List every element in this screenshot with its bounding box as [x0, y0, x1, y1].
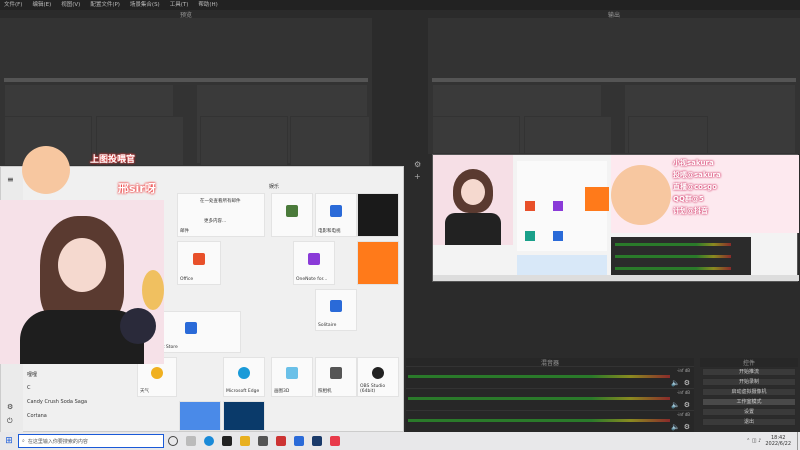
list-item[interactable]: 哩哩	[27, 371, 137, 385]
streamer-camera	[0, 200, 164, 364]
streamer-camera-small	[433, 155, 513, 245]
tile-movies[interactable]: 电影和电视	[315, 193, 357, 237]
tile-orange-app[interactable]	[357, 241, 399, 285]
list-item[interactable]: Cortana	[27, 413, 137, 427]
taskbar-app-icon[interactable]	[186, 436, 196, 446]
section-title: 娱乐	[269, 184, 280, 190]
tile-mail[interactable]: 在一处查看所有邮件 更多内容... 邮件	[177, 193, 265, 237]
controls-title: 控件	[700, 358, 798, 367]
tray-icons[interactable]: ⌃ ◫ ♪	[746, 438, 761, 444]
start-streaming-button[interactable]: 开始推流	[702, 368, 796, 376]
overlay-right-lines: 小视sakura 投喂@sakura 直播@cosgo QQ群@5 计划@抖音	[673, 159, 721, 215]
clock[interactable]: 18:42 2022/6/22	[765, 435, 791, 447]
search-icon: ⌕	[22, 438, 25, 444]
gear-icon[interactable]: ⚙	[684, 401, 690, 409]
menu-help[interactable]: 帮助(H)	[198, 0, 217, 10]
speaker-icon[interactable]: 🔈	[671, 401, 680, 409]
gear-icon[interactable]: ⚙	[684, 423, 690, 431]
obs-icon[interactable]	[222, 436, 232, 446]
list-item[interactable]: C	[27, 385, 137, 399]
mini-mixer	[611, 237, 751, 277]
tile-edge[interactable]: Microsoft Edge	[223, 357, 265, 397]
chat-title: 上图投喂官	[90, 155, 136, 165]
program-output: 小视sakura 投喂@sakura 直播@cosgo QQ群@5 计划@抖音	[432, 154, 799, 282]
gear-icon[interactable]: ⚙	[414, 160, 424, 170]
gear-icon[interactable]: ⚙	[684, 379, 690, 387]
tile-solitaire[interactable]: Solitaire	[315, 289, 357, 331]
tile-paint3d[interactable]: 画图3D	[271, 357, 313, 397]
taskbar-app-icon[interactable]	[240, 436, 250, 446]
power-icon[interactable]: ⏻	[7, 417, 13, 426]
overlay-panel: 小视sakura 投喂@sakura 直播@cosgo QQ群@5 计划@抖音	[611, 155, 799, 233]
steam-icon[interactable]	[312, 436, 322, 446]
menu-bar: 文件(F) 编辑(E) 视图(V) 配置文件(P) 场景集合(S) 工具(T) …	[0, 0, 800, 10]
hamburger-icon[interactable]: ≡	[7, 175, 14, 184]
anime-character-icon	[611, 165, 671, 225]
taskbar-app-icon[interactable]	[276, 436, 286, 446]
chibi-avatar-icon	[22, 146, 70, 194]
tile-minecraft[interactable]	[271, 193, 313, 237]
tile-dolby[interactable]	[223, 401, 265, 431]
mixer-channel[interactable]: -inf dB 🔈 ⚙	[406, 410, 694, 432]
start-recording-button[interactable]: 开始录制	[702, 378, 796, 386]
taskbar: ⊞ ⌕ 在这里输入你要搜索的内容 ⌃ ◫ ♪ 18:42 2022/6/22	[0, 432, 800, 450]
program-canvas-top	[428, 18, 800, 154]
tile-onenote[interactable]: OneNote for...	[293, 241, 335, 285]
list-item[interactable]: Candy Crush Soda Saga	[27, 399, 137, 413]
mixer-channel[interactable]: -inf dB 🔈 ⚙	[406, 366, 694, 388]
db-label: -inf dB	[676, 368, 690, 373]
tile-dark[interactable]	[357, 193, 399, 237]
mixer-channel[interactable]: -inf dB 🔈 ⚙	[406, 388, 694, 410]
task-view-icon[interactable]	[168, 436, 178, 446]
db-label: -inf dB	[676, 412, 690, 417]
menu-view[interactable]: 视图(V)	[61, 0, 80, 10]
tile-obs[interactable]: OBS Studio (64bit)	[357, 357, 399, 397]
taskbar-app-icon[interactable]	[258, 436, 268, 446]
exit-button[interactable]: 退出	[702, 418, 796, 426]
virtual-camera-button[interactable]: 启动虚拟摄像机	[702, 388, 796, 396]
settings-button[interactable]: 设置	[702, 408, 796, 416]
microphone-icon	[120, 308, 156, 344]
tile-camera[interactable]: 照相机	[315, 357, 357, 397]
speaker-icon[interactable]: 🔈	[671, 379, 680, 387]
app-list: 哩哩 C Candy Crush Soda Saga Cortana	[27, 371, 137, 427]
menu-edit[interactable]: 编辑(E)	[32, 0, 51, 10]
windows-start-icon[interactable]: ⊞	[0, 432, 18, 450]
chrome-icon[interactable]	[204, 436, 214, 446]
preview-canvas[interactable]	[0, 18, 372, 168]
menu-tools[interactable]: 工具(T)	[170, 0, 189, 10]
taskbar-search-input[interactable]: ⌕ 在这里输入你要搜索的内容	[18, 434, 164, 448]
speaker-icon[interactable]: 🔈	[671, 423, 680, 431]
plus-icon[interactable]: +	[414, 172, 424, 182]
taskbar-app-icon[interactable]	[330, 436, 340, 446]
menu-file[interactable]: 文件(F)	[4, 0, 22, 10]
tile-office[interactable]: Office	[177, 241, 221, 285]
studio-mode-button[interactable]: 工作室模式	[702, 398, 796, 406]
menu-profile[interactable]: 配置文件(P)	[90, 0, 120, 10]
db-label: -inf dB	[676, 390, 690, 395]
taskbar-app-icon[interactable]	[294, 436, 304, 446]
settings-icon[interactable]: ⚙	[7, 403, 13, 411]
streamer-name: 邢sir呀	[118, 182, 156, 195]
tile-disney[interactable]	[179, 401, 221, 431]
menu-scene-collection[interactable]: 场景集合(S)	[130, 0, 160, 10]
